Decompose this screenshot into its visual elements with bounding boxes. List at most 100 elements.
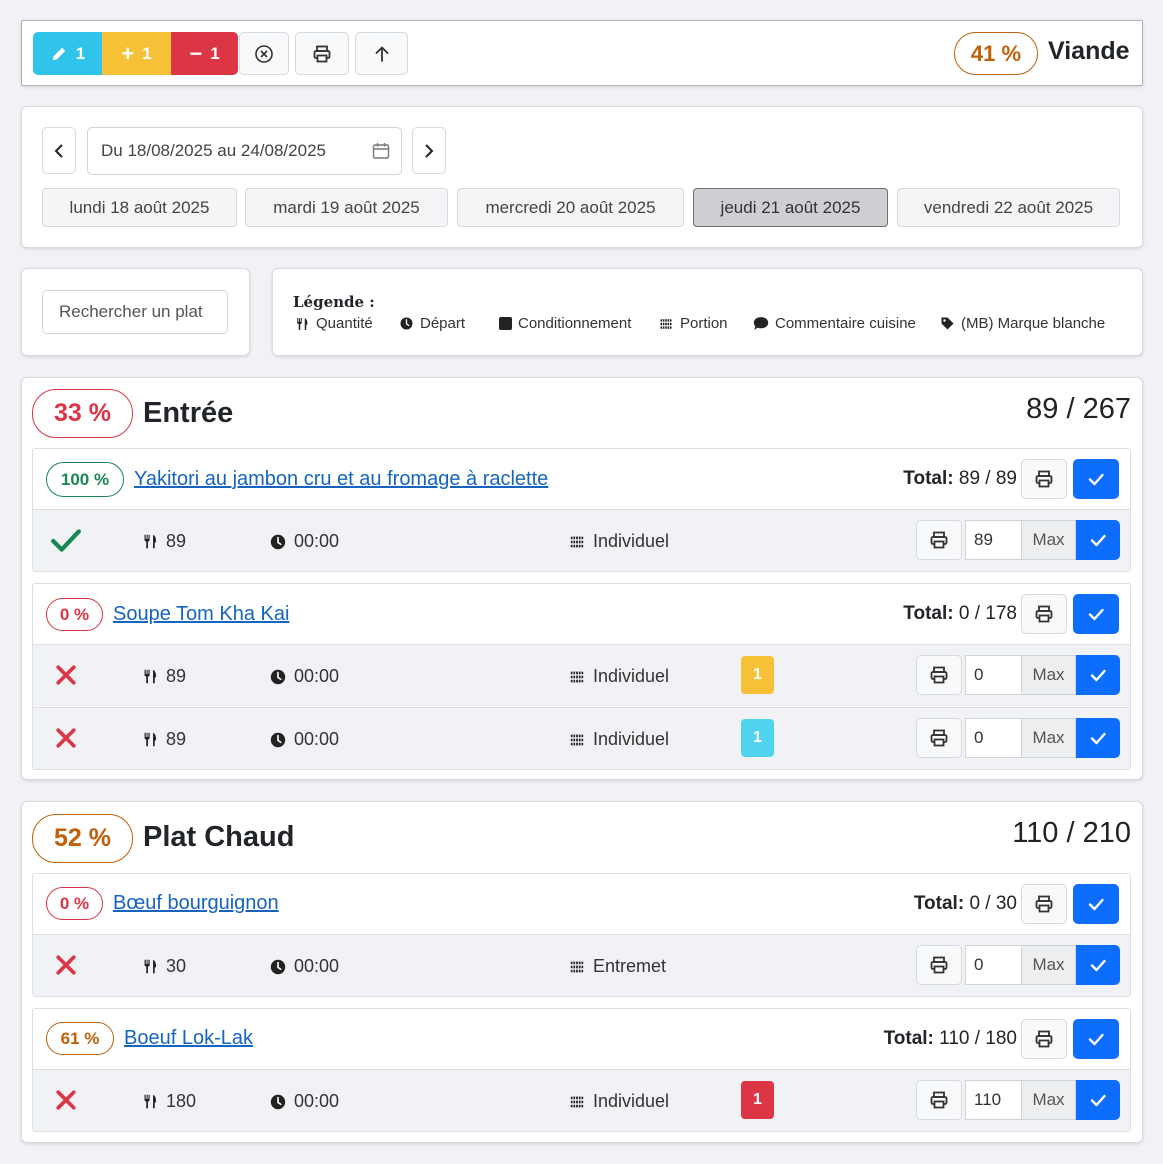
portion-icon bbox=[568, 958, 586, 976]
row-max-button[interactable]: Max bbox=[1021, 945, 1076, 985]
clock-icon bbox=[269, 1093, 287, 1111]
legend-departure: Départ bbox=[399, 315, 499, 332]
row-validate-button[interactable] bbox=[1076, 520, 1120, 560]
section-percent-badge: 52 % bbox=[32, 814, 133, 863]
printer-icon bbox=[312, 44, 332, 64]
row-quantity-value: 30 bbox=[166, 956, 187, 976]
printer-icon bbox=[1034, 1029, 1054, 1049]
dish-percent-badge: 100 % bbox=[46, 462, 124, 497]
dish-print-button[interactable] bbox=[1021, 884, 1067, 924]
legend-items: Quantité Départ Conditionnement Portion … bbox=[295, 315, 1105, 332]
add-count-button[interactable]: + 1 bbox=[102, 32, 171, 75]
dish-validate-button[interactable] bbox=[1073, 594, 1119, 634]
remove-count-button[interactable]: − 1 bbox=[171, 32, 238, 75]
date-range-input[interactable]: Du 18/08/2025 au 24/08/2025 bbox=[87, 127, 402, 175]
row-print-button[interactable] bbox=[916, 718, 962, 758]
row-departure-value: 00:00 bbox=[294, 666, 340, 686]
print-button[interactable] bbox=[295, 32, 349, 75]
row-print-button[interactable] bbox=[916, 945, 962, 985]
search-input[interactable]: Rechercher un plat bbox=[42, 290, 228, 334]
check-icon bbox=[1088, 728, 1108, 748]
top-toolbar: 1 + 1 − 1 41 % Viande bbox=[21, 20, 1143, 86]
export-button[interactable] bbox=[355, 32, 408, 75]
row-quantity-input[interactable]: 0 bbox=[965, 945, 1021, 985]
row-portion: Individuel bbox=[568, 531, 669, 552]
chevron-left-icon bbox=[54, 143, 63, 158]
dish-total-value: 0 / 30 bbox=[969, 893, 1017, 914]
row-quantity: 30 bbox=[142, 956, 186, 977]
legend-comment-label: Commentaire cuisine bbox=[775, 315, 916, 332]
previous-week-button[interactable] bbox=[42, 127, 76, 174]
circle-x-icon bbox=[255, 44, 273, 63]
utensils-icon bbox=[142, 1092, 159, 1111]
printer-icon bbox=[929, 530, 949, 550]
row-print-button[interactable] bbox=[916, 520, 962, 560]
check-icon bbox=[1086, 604, 1106, 624]
clock-icon bbox=[269, 958, 287, 976]
row-print-button[interactable] bbox=[916, 655, 962, 695]
day-tab-friday[interactable]: vendredi 22 août 2025 bbox=[897, 188, 1120, 227]
next-week-button[interactable] bbox=[412, 127, 446, 174]
utensils-icon bbox=[142, 667, 159, 686]
comment-icon bbox=[753, 317, 769, 330]
row-portion-value: Individuel bbox=[593, 666, 670, 686]
row-departure-value: 00:00 bbox=[294, 531, 340, 551]
not-done-x-icon bbox=[54, 953, 78, 977]
clear-button[interactable] bbox=[239, 32, 289, 75]
row-quantity: 89 bbox=[142, 531, 186, 552]
dish-print-button[interactable] bbox=[1021, 594, 1067, 634]
check-icon bbox=[1088, 665, 1108, 685]
row-max-button[interactable]: Max bbox=[1021, 655, 1076, 695]
row-quantity-input[interactable]: 0 bbox=[965, 655, 1021, 695]
utensils-icon bbox=[142, 532, 159, 551]
row-departure: 00:00 bbox=[269, 729, 339, 750]
dish-print-button[interactable] bbox=[1021, 1019, 1067, 1059]
section-count: 89 / 267 bbox=[1026, 393, 1131, 425]
row-validate-button[interactable] bbox=[1076, 945, 1120, 985]
dish-name-link[interactable]: Soupe Tom Kha Kai bbox=[113, 603, 289, 626]
row-validate-button[interactable] bbox=[1076, 655, 1120, 695]
printer-icon bbox=[929, 955, 949, 975]
section-percent-badge: 33 % bbox=[32, 389, 133, 438]
dish-print-button[interactable] bbox=[1021, 459, 1067, 499]
row-portion: Individuel bbox=[568, 1091, 669, 1112]
section-title: Entrée bbox=[143, 397, 234, 429]
dish-total-value: 89 / 89 bbox=[958, 468, 1017, 489]
row-quantity-input[interactable]: 110 bbox=[965, 1080, 1021, 1120]
edit-count-button[interactable]: 1 bbox=[33, 32, 102, 75]
row-max-button[interactable]: Max bbox=[1021, 1080, 1076, 1120]
square-icon bbox=[499, 317, 512, 330]
row-departure-value: 00:00 bbox=[294, 1091, 340, 1111]
row-max-button[interactable]: Max bbox=[1021, 520, 1076, 560]
dish-validate-button[interactable] bbox=[1073, 884, 1119, 924]
legend-quantity: Quantité bbox=[295, 315, 399, 332]
check-icon bbox=[1088, 530, 1108, 550]
dish-name-link[interactable]: Bœuf bourguignon bbox=[113, 892, 279, 915]
portion-icon bbox=[568, 533, 586, 551]
dish-name-link[interactable]: Yakitori au jambon cru et au fromage à r… bbox=[134, 468, 548, 491]
utensils-icon bbox=[142, 730, 159, 749]
row-validate-button[interactable] bbox=[1076, 718, 1120, 758]
edit-count: 1 bbox=[75, 43, 86, 63]
row-print-button[interactable] bbox=[916, 1080, 962, 1120]
plus-icon: + bbox=[121, 40, 135, 66]
day-tab-thursday[interactable]: jeudi 21 août 2025 bbox=[693, 188, 888, 227]
dish-name-link[interactable]: Boeuf Lok-Lak bbox=[124, 1027, 253, 1050]
day-tab-wednesday[interactable]: mercredi 20 août 2025 bbox=[457, 188, 684, 227]
removed-badge: 1 bbox=[741, 1081, 774, 1119]
printer-icon bbox=[1034, 469, 1054, 489]
row-validate-button[interactable] bbox=[1076, 1080, 1120, 1120]
tag-icon bbox=[941, 317, 954, 330]
row-max-button[interactable]: Max bbox=[1021, 718, 1076, 758]
day-tab-tuesday[interactable]: mardi 19 août 2025 bbox=[245, 188, 448, 227]
row-quantity-input[interactable]: 89 bbox=[965, 520, 1021, 560]
printer-icon bbox=[929, 728, 949, 748]
check-icon bbox=[1086, 1029, 1106, 1049]
dish-total: Total: 110 / 180 bbox=[884, 1028, 1017, 1050]
row-quantity-input[interactable]: 0 bbox=[965, 718, 1021, 758]
dish-validate-button[interactable] bbox=[1073, 459, 1119, 499]
row-departure: 00:00 bbox=[269, 1091, 339, 1112]
day-tab-monday[interactable]: lundi 18 août 2025 bbox=[42, 188, 237, 227]
dish-validate-button[interactable] bbox=[1073, 1019, 1119, 1059]
clock-icon bbox=[269, 731, 287, 749]
